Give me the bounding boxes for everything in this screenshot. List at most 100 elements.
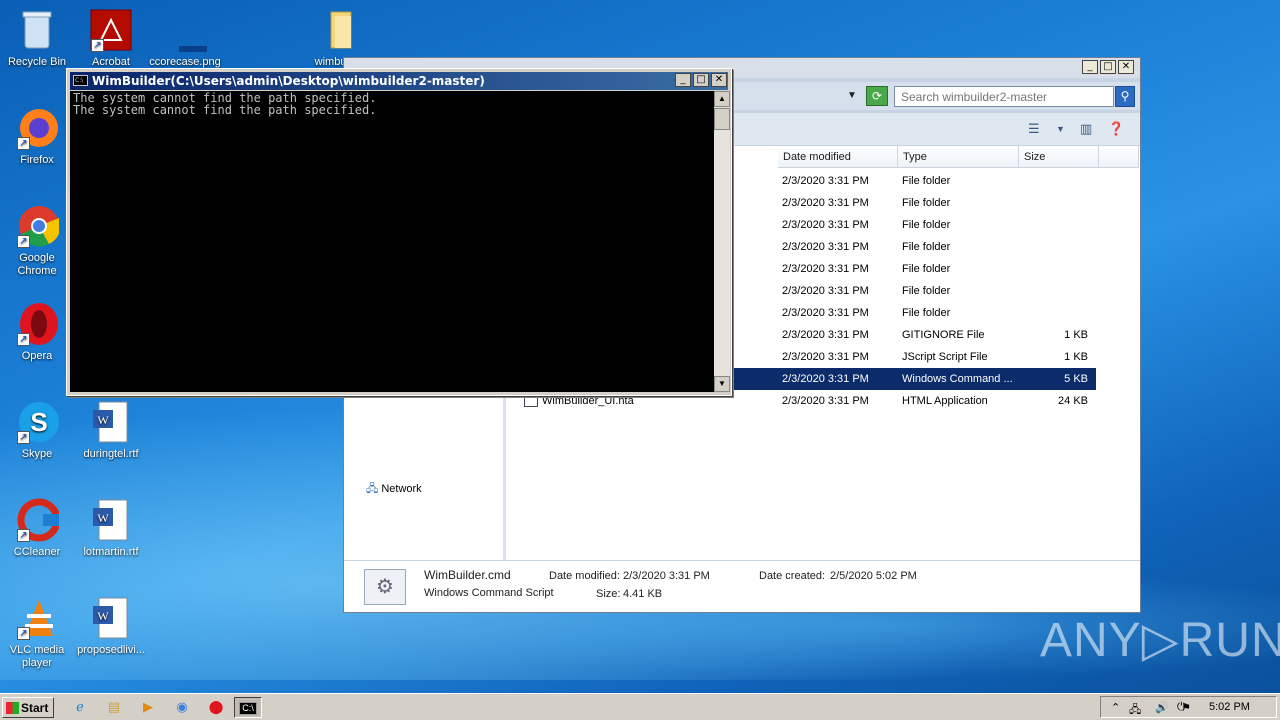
file-date-cell: 2/3/2020 3:31 PM [782,395,869,407]
desktop-icon-label: CCleaner [13,546,61,558]
file-type-cell: JScript Script File [902,351,988,363]
desktop-icon-ccorecase[interactable]: ccorecase.png [148,8,222,69]
view-dropdown-icon[interactable]: ▼ [1056,124,1065,134]
word-document-icon: W [89,400,133,444]
file-type: Windows Command Script [424,587,554,599]
file-size-cell: 1 KB [1064,329,1088,341]
view-options-icon[interactable]: ☰ [1028,121,1040,137]
vlc-icon: ↗ [15,596,59,640]
ie-quicklaunch-icon[interactable]: ℯ [68,697,92,718]
cmd-taskbar-button[interactable]: C:\ [234,697,262,718]
desktop-icon-lotmartin[interactable]: W lotmartin.rtf [74,498,148,559]
size-label: Size: [596,588,621,600]
desktop-icon-acrobat[interactable]: ↗ Acrobat [74,8,148,69]
svg-text:W: W [97,413,109,427]
word-document-icon: W [89,498,133,542]
file-size-cell: 1 KB [1064,351,1088,363]
maximize-button[interactable]: □ [1100,60,1116,74]
column-header-type[interactable]: Type [898,146,1019,168]
scroll-thumb[interactable] [714,108,730,130]
search-icon[interactable]: ⚲ [1115,86,1135,107]
desktop-icon-proposedlivi[interactable]: W proposedlivi... [74,596,148,657]
date-created-label: Date created: [759,570,826,582]
network-icon: 🖧 [366,483,379,495]
file-date-cell: 2/3/2020 3:31 PM [782,373,869,385]
desktop-icon-ccleaner[interactable]: ↗ CCleaner [0,498,74,559]
close-button[interactable]: ✕ [1118,60,1134,74]
skype-icon: S ↗ [15,400,59,444]
desktop-icon-skype[interactable]: S ↗ Skype [0,400,74,461]
desktop-icon-vlc[interactable]: ↗ VLC media player [0,596,74,670]
network-tray-icon[interactable]: 🖧 [1129,701,1141,720]
nav-item-network[interactable]: 🖧 Network [366,480,422,499]
file-icon-cmd: ⚙ [364,569,406,605]
file-type-cell: File folder [902,241,951,253]
refresh-button[interactable]: ⟳ [866,86,888,106]
cmd-taskbar-icon: C:\ [239,702,257,715]
desktop-icon-label: lotmartin.rtf [83,546,139,558]
image-file-icon [163,8,207,52]
action-center-flag-icon[interactable]: ⚑ [1181,701,1191,714]
shortcut-arrow-icon: ↗ [17,333,30,346]
help-icon[interactable]: ❓ [1108,121,1124,137]
cmd-window[interactable]: C:\ WimBuilder(C:\Users\admin\Desktop\wi… [66,68,732,396]
opera-icon: ↗ [15,302,59,346]
maximize-button[interactable]: □ [693,73,709,87]
file-type-cell: File folder [902,263,951,275]
address-dropdown-icon[interactable]: ▼ [847,90,857,101]
column-header-date[interactable]: Date modified [778,146,898,168]
start-button[interactable]: Start [2,697,54,718]
desktop-icon-opera[interactable]: ↗ Opera [0,302,74,363]
date-modified-label: Date modified: [549,570,620,582]
desktop-icon-label: VLC media player [9,644,65,669]
windows-logo-icon [6,702,19,714]
desktop-icon-label: proposedlivi... [77,644,145,656]
minimize-button[interactable]: _ [675,73,691,87]
show-hidden-icons-icon[interactable]: ⌃ [1111,701,1120,714]
shortcut-arrow-icon: ↗ [91,39,104,52]
shortcut-arrow-icon: ↗ [17,431,30,444]
svg-text:W: W [97,609,109,623]
desktop-icon-duringtel[interactable]: W duringtel.rtf [74,400,148,461]
taskbar: Start ℯ ▤ ▶ ◉ ⬤ C:\ ⌃ 🖧 🔊 ⏻ ⚑ 5:02 PM [0,693,1280,720]
desktop-icon-label: Opera [21,350,53,362]
file-date-cell: 2/3/2020 3:31 PM [782,329,869,341]
file-type-cell: File folder [902,175,951,187]
file-type-cell: File folder [902,197,951,209]
desktop-icon-recycle-bin[interactable]: Recycle Bin [0,8,74,69]
size-value: 4.41 KB [623,588,663,600]
volume-icon[interactable]: 🔊 [1155,701,1169,714]
console-scrollbar[interactable]: ▲ ▼ [714,91,730,392]
clock[interactable]: 5:02 PM [1209,701,1250,713]
ccleaner-icon: ↗ [15,498,61,542]
desktop-icon-firefox[interactable]: ↗ Firefox [0,106,74,167]
minimize-button[interactable]: _ [1082,60,1098,74]
desktop-icon-chrome[interactable]: ↗ Google Chrome [0,204,74,278]
explorer-quicklaunch-icon[interactable]: ▤ [102,697,126,718]
file-type-cell: GITIGNORE File [902,329,985,341]
file-type-cell: Windows Command ... [902,373,1013,385]
cmd-title: WimBuilder(C:\Users\admin\Desktop\wimbui… [92,74,485,88]
file-size-cell: 24 KB [1058,395,1088,407]
console-output[interactable]: The system cannot find the path specifie… [70,91,714,392]
shortcut-arrow-icon: ↗ [17,529,30,542]
desktop-icon-label: Firefox [20,154,54,166]
column-header-extra[interactable] [1099,146,1139,168]
system-tray: ⌃ 🖧 🔊 ⏻ ⚑ 5:02 PM [1100,696,1277,718]
file-type-cell: File folder [902,307,951,319]
cmd-titlebar[interactable]: C:\ WimBuilder(C:\Users\admin\Desktop\wi… [70,72,728,90]
media-player-quicklaunch-icon[interactable]: ▶ [136,697,160,718]
opera-quicklaunch-icon[interactable]: ⬤ [204,697,228,718]
svg-text:S: S [30,407,47,437]
scroll-down-icon[interactable]: ▼ [714,376,730,392]
desktop-icon-label: Recycle Bin [7,56,67,68]
preview-pane-icon[interactable]: ▥ [1080,121,1092,137]
scroll-up-icon[interactable]: ▲ [714,91,730,107]
chrome-quicklaunch-icon[interactable]: ◉ [170,697,194,718]
shortcut-arrow-icon: ↗ [17,627,30,640]
date-modified-value: 2/3/2020 3:31 PM [623,570,710,582]
close-button[interactable]: ✕ [711,73,727,87]
search-input[interactable] [894,86,1114,107]
column-header-size[interactable]: Size [1019,146,1099,168]
word-document-icon: W [89,596,133,640]
